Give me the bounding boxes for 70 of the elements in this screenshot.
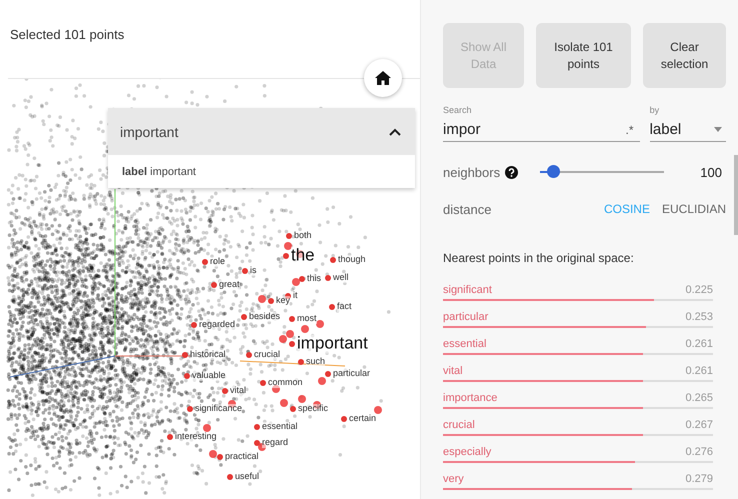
distance-value: 0.261: [685, 365, 713, 377]
point-label: fact: [337, 302, 352, 312]
point-label: it: [293, 291, 298, 301]
point-label: the: [291, 246, 315, 266]
distance-value: 0.279: [685, 473, 713, 485]
by-label: by: [650, 105, 660, 117]
point-label: well: [333, 273, 349, 283]
point-label: valuable: [192, 371, 226, 381]
point-label: important: [297, 334, 368, 354]
point-label: key: [276, 296, 290, 306]
distance-value: 0.267: [685, 419, 713, 431]
point-label: certain: [349, 414, 376, 424]
point-label: particular: [333, 369, 370, 379]
home-button[interactable]: [364, 59, 402, 97]
search-label: Search: [443, 105, 473, 117]
distance-value: 0.276: [685, 446, 713, 458]
point-label: is: [250, 266, 256, 276]
scrollbar[interactable]: [734, 155, 738, 235]
card-header[interactable]: important: [108, 108, 415, 155]
point-label: useful: [235, 472, 260, 482]
caret-up-icon[interactable]: [389, 128, 401, 136]
selection-title: Selected 101 points: [10, 26, 124, 42]
point-label: most: [297, 314, 317, 324]
point-label: such: [306, 357, 326, 367]
point-label: common: [268, 378, 303, 388]
neighbor-link[interactable]: especially: [443, 446, 492, 458]
point-label: great: [219, 280, 240, 290]
card-title: important: [120, 124, 178, 140]
dropdown-icon: [714, 127, 722, 132]
point-label: practical: [225, 452, 259, 462]
action-button[interactable]: Clear selection: [643, 23, 726, 88]
distance-value: 0.225: [685, 284, 713, 296]
point-label: crucial: [254, 350, 280, 360]
distance-value: 0.261: [685, 338, 713, 350]
by-select[interactable]: label: [650, 118, 726, 142]
label-detail: label important: [122, 166, 196, 178]
point-label: regarded: [199, 320, 236, 330]
point-label: regard: [262, 438, 288, 448]
nearest-title: Nearest points in the original space:: [443, 251, 635, 265]
slider-thumb[interactable]: [546, 165, 560, 178]
distance-value: 0.253: [685, 311, 713, 323]
point-label: vital: [230, 386, 246, 396]
distance-option[interactable]: EUCLIDIAN: [650, 202, 726, 216]
point-label: interesting: [175, 432, 217, 442]
search-field[interactable]: impor .*: [443, 118, 640, 142]
neighbor-link[interactable]: vital: [443, 365, 463, 377]
neighbor-link[interactable]: importance: [443, 392, 498, 404]
point-label: though: [338, 255, 366, 265]
neighbors-value: 100: [700, 164, 723, 180]
distance-value: 0.265: [685, 392, 713, 404]
point-label: both: [294, 231, 312, 241]
point-label: role: [210, 257, 226, 267]
neighbor-link[interactable]: crucial: [443, 419, 475, 431]
neighbors-label: neighbors: [443, 164, 500, 180]
help-icon[interactable]: [505, 166, 518, 178]
point-label: essential: [262, 422, 298, 432]
point-label: besides: [249, 312, 280, 322]
regex-toggle[interactable]: .*: [626, 122, 640, 136]
distance-label: distance: [443, 202, 492, 216]
action-button[interactable]: Isolate 101 points: [536, 23, 631, 88]
neighbor-link[interactable]: essential: [443, 338, 486, 350]
neighbor-link[interactable]: particular: [443, 311, 488, 323]
neighbor-link[interactable]: significant: [443, 284, 492, 296]
point-label: significance: [195, 404, 242, 414]
point-label: historical: [190, 350, 226, 360]
home-icon: [375, 71, 391, 85]
point-label: this: [307, 274, 322, 284]
distance-option[interactable]: COSINE: [592, 202, 650, 216]
neighbor-link[interactable]: very: [443, 473, 464, 485]
point-label: specific: [298, 404, 328, 414]
